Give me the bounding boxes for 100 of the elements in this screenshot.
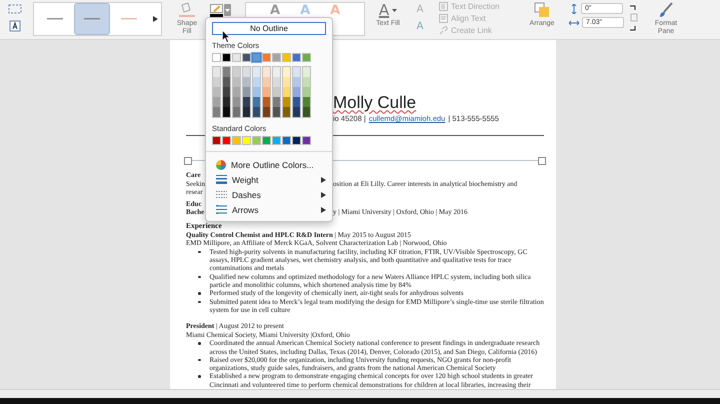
color-swatch[interactable] [253, 107, 260, 117]
color-swatch[interactable] [273, 97, 280, 107]
color-swatch[interactable] [243, 97, 250, 107]
color-swatch[interactable] [263, 97, 270, 107]
color-swatch[interactable] [212, 136, 221, 145]
line-style[interactable] [74, 3, 110, 35]
color-swatch[interactable] [232, 136, 241, 145]
color-swatch[interactable] [213, 97, 220, 107]
color-swatch[interactable] [292, 136, 301, 145]
color-swatch[interactable] [222, 53, 231, 62]
color-swatch[interactable] [213, 107, 220, 117]
color-swatch[interactable] [293, 87, 300, 97]
color-swatch[interactable] [243, 67, 250, 77]
color-swatch[interactable] [213, 77, 220, 87]
color-swatch[interactable] [272, 136, 281, 145]
color-swatch[interactable] [233, 77, 240, 87]
color-swatch[interactable] [263, 67, 270, 77]
color-swatch[interactable] [223, 97, 230, 107]
bullet-icon [198, 292, 200, 295]
color-swatch[interactable] [283, 97, 290, 107]
color-swatch[interactable] [292, 53, 301, 62]
color-swatch[interactable] [283, 87, 290, 97]
color-swatch[interactable] [273, 87, 280, 97]
color-swatch[interactable] [223, 107, 230, 117]
caret-icon[interactable] [225, 8, 230, 12]
color-swatch[interactable] [262, 53, 271, 62]
color-swatch[interactable] [303, 67, 310, 77]
color-swatch[interactable] [223, 67, 230, 77]
color-swatch[interactable] [263, 77, 270, 87]
shape-outline-button[interactable] [208, 2, 233, 20]
color-swatch[interactable] [232, 53, 241, 62]
color-swatch[interactable] [263, 87, 270, 97]
wordart-style[interactable]: A [270, 4, 280, 17]
bullet-icon [198, 250, 200, 254]
lock-aspect-icon[interactable] [630, 5, 639, 31]
dashes-icon [216, 190, 227, 199]
caret-icon[interactable] [392, 8, 398, 12]
color-swatch[interactable] [212, 53, 221, 62]
color-swatch[interactable] [243, 87, 250, 97]
color-swatch[interactable] [242, 136, 251, 145]
color-swatch[interactable] [253, 97, 260, 107]
color-swatch[interactable] [283, 67, 290, 77]
color-swatch[interactable] [252, 136, 261, 145]
paint-bucket-icon[interactable] [177, 2, 197, 18]
menu-item[interactable]: Weight [206, 172, 332, 187]
mouse-pointer-icon [222, 30, 230, 43]
color-swatch[interactable] [253, 67, 260, 77]
color-swatch[interactable] [233, 97, 240, 107]
color-swatch[interactable] [233, 107, 240, 117]
menu-item[interactable]: Arrows [206, 202, 332, 217]
color-swatch[interactable] [272, 53, 281, 62]
text-fill-glyph[interactable]: A [378, 2, 390, 18]
bullet-icon [198, 342, 200, 345]
color-swatch[interactable] [243, 77, 250, 87]
color-swatch[interactable] [282, 136, 291, 145]
color-swatch[interactable] [253, 77, 260, 87]
color-swatch[interactable] [222, 136, 231, 145]
color-swatch[interactable] [293, 67, 300, 77]
color-swatch[interactable] [253, 87, 260, 97]
paintbrush-icon[interactable] [659, 2, 673, 18]
color-swatch[interactable] [242, 53, 251, 62]
color-swatch[interactable] [233, 87, 240, 97]
color-swatch[interactable] [293, 97, 300, 107]
color-swatch[interactable] [252, 53, 261, 62]
select-shapes-icon[interactable] [8, 4, 22, 14]
color-swatch[interactable] [282, 53, 291, 62]
color-swatch[interactable] [243, 107, 250, 117]
color-swatch[interactable] [262, 136, 271, 145]
menu-item[interactable]: Dashes [206, 187, 332, 202]
color-swatch[interactable] [303, 87, 310, 97]
color-swatch[interactable] [283, 77, 290, 87]
text-box-icon[interactable] [9, 20, 21, 32]
color-swatch[interactable] [283, 107, 290, 117]
color-swatch[interactable] [213, 87, 220, 97]
color-swatch[interactable] [302, 136, 311, 145]
color-swatch[interactable] [223, 77, 230, 87]
color-wheel-icon [216, 160, 226, 170]
color-swatch[interactable] [273, 67, 280, 77]
color-swatch[interactable] [302, 53, 311, 62]
color-swatch[interactable] [303, 97, 310, 107]
menu-item[interactable]: More Outline Colors... [206, 157, 332, 172]
bullet-icon [198, 375, 200, 378]
align-text-icon [439, 14, 448, 23]
no-outline-button[interactable]: No Outline [212, 22, 326, 35]
color-swatch[interactable] [273, 77, 280, 87]
arrows-icon [216, 205, 227, 214]
color-swatch[interactable] [223, 87, 230, 97]
color-swatch[interactable] [213, 67, 220, 77]
color-swatch[interactable] [293, 107, 300, 117]
color-swatch[interactable] [303, 107, 310, 117]
link-icon [439, 26, 448, 35]
color-swatch[interactable] [293, 77, 300, 87]
resume-name: Molly Culle [333, 92, 416, 112]
color-swatch[interactable] [233, 67, 240, 77]
color-swatch[interactable] [263, 107, 270, 117]
arrange-icon[interactable] [534, 2, 550, 18]
color-swatch[interactable] [303, 77, 310, 87]
color-swatch[interactable] [273, 107, 280, 117]
height-icon [570, 4, 578, 14]
gallery-arrow-icon[interactable] [153, 16, 158, 22]
